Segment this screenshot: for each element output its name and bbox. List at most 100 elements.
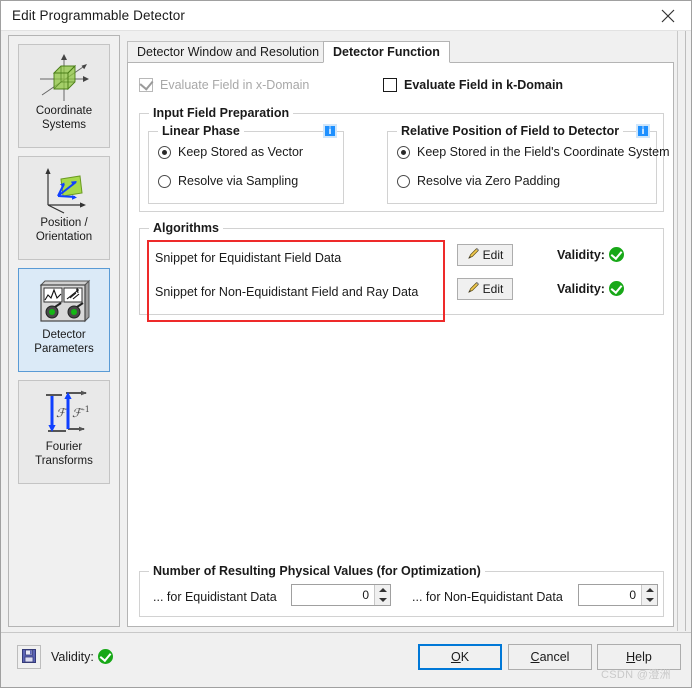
radio-mark[interactable] [158,174,171,188]
info-icon[interactable]: i [323,124,337,138]
help-button-mnemonic: H [626,650,636,664]
radio-mark[interactable] [158,145,171,159]
spinner-buttons[interactable] [374,585,390,605]
sidebar-item-label: Coordinate Systems [35,105,93,131]
cancel-button[interactable]: Cancel [508,644,592,670]
radio-label: Keep Stored as Vector [178,145,304,159]
svg-text:ℱ: ℱ [56,406,68,420]
position-orientation-icon [19,162,109,216]
radio-keep-stored-in-fields-coordinate-system[interactable]: Keep Stored in the Field's Coordinate Sy… [397,145,670,159]
check-circle-icon [608,281,624,296]
validity-non-equidistant: Validity: [557,281,624,296]
spinner-up-button[interactable] [642,585,657,595]
validity-equidistant: Validity: [557,247,624,262]
coordinate-systems-icon [19,50,109,104]
detector-parameters-icon [19,274,109,328]
group-algorithms: Algorithms Snippet for Equidistant Field… [139,221,664,322]
label-for-non-equidistant-data: ... for Non-Equidistant Data [412,590,563,604]
title-bar: Edit Programmable Detector [1,1,691,31]
close-button[interactable] [645,1,691,31]
spinner-down-button[interactable] [642,595,657,605]
pencil-icon [467,281,480,297]
checkbox-evaluate-field-x-domain: Evaluate Field in x-Domain [139,76,310,92]
save-button[interactable] [17,645,41,669]
spinner-non-equidistant-data[interactable]: 0 [578,584,658,606]
svg-text:-1: -1 [82,405,90,414]
algorithm-label-equidistant: Snippet for Equidistant Field Data [155,251,342,265]
group-number-of-resulting-physical-values: Number of Resulting Physical Values (for… [139,564,664,617]
save-floppy-icon [21,648,37,667]
checkbox-box [139,76,154,92]
group-input-field-preparation: Input Field Preparation Linear Phase i K… [139,106,670,212]
spinner-equidistant-data[interactable]: 0 [291,584,391,606]
group-title: Number of Resulting Physical Values (for… [149,564,485,578]
pencil-icon [467,247,480,263]
validity-label: Validity: [557,247,605,262]
radio-resolve-via-zero-padding[interactable]: Resolve via Zero Padding [397,174,560,188]
sidebar-item-label: Position / Orientation [35,217,93,243]
tab-strip: Detector Window and Resolution Detector … [127,41,674,63]
fourier-transforms-icon: ℱ ℱ -1 [19,386,109,440]
chevron-down-icon [645,598,654,602]
panel-seam [677,31,678,631]
group-title: Relative Position of Field to Detector [397,124,624,138]
tab-panel-detector-function: Evaluate Field in x-Domain Evaluate Fiel… [127,62,674,627]
dialog-footer: Validity: OK Cancel Help CSDN @澄洲 [1,632,691,687]
group-relative-position-of-field-to-detector: Relative Position of Field to Detector i… [387,124,670,204]
footer-validity: Validity: [51,649,113,664]
group-title: Algorithms [149,221,223,235]
tab-detector-window-and-resolution[interactable]: Detector Window and Resolution [127,41,330,63]
ok-button[interactable]: OK [418,644,502,670]
checkbox-evaluate-field-k-domain[interactable]: Evaluate Field in k-Domain [383,78,563,92]
checkbox-label: Evaluate Field in x-Domain [160,78,310,92]
chevron-up-icon [378,588,387,592]
sidebar: Coordinate Systems Position / Orientatio… [8,35,120,627]
spinner-buttons[interactable] [641,585,657,605]
edit-button-label: Edit [482,282,504,296]
cancel-button-mnemonic: C [530,650,540,664]
radio-label: Keep Stored in the Field's Coordinate Sy… [417,145,670,159]
sidebar-item-coordinate-systems[interactable]: Coordinate Systems [18,44,110,148]
radio-resolve-via-sampling[interactable]: Resolve via Sampling [158,174,298,188]
help-button-label: elp [635,650,652,664]
spinner-value[interactable]: 0 [292,585,374,605]
group-linear-phase: Linear Phase i Keep Stored as Vector Res… [148,124,344,204]
group-title: Input Field Preparation [149,106,294,120]
spinner-value[interactable]: 0 [579,585,641,605]
check-circle-icon [608,247,624,262]
window-edge-seam [685,31,686,631]
radio-label: Resolve via Sampling [178,174,299,188]
dialog-body: Coordinate Systems Position / Orientatio… [1,31,691,631]
sidebar-item-position-orientation[interactable]: Position / Orientation [18,156,110,260]
dialog-window: Edit Programmable Detector Coordinate Sy… [0,0,692,688]
sidebar-item-label: Detector Parameters [34,329,94,355]
edit-button-non-equidistant[interactable]: Edit [457,278,513,300]
sidebar-item-label: Fourier Transforms [35,441,93,467]
sidebar-item-detector-parameters[interactable]: Detector Parameters [18,268,110,372]
spinner-up-button[interactable] [375,585,390,595]
validity-label: Validity: [51,649,94,664]
main-panel: Detector Window and Resolution Detector … [127,35,674,627]
label-for-equidistant-data: ... for Equidistant Data [153,590,277,604]
radio-label: Resolve via Zero Padding [417,174,561,188]
tab-detector-function[interactable]: Detector Function [323,41,450,63]
checkbox-label: Evaluate Field in k-Domain [404,78,564,92]
sidebar-item-fourier-transforms[interactable]: ℱ ℱ -1 Fourier Transforms [18,380,110,484]
radio-keep-stored-as-vector[interactable]: Keep Stored as Vector [158,145,303,159]
radio-mark[interactable] [397,145,410,159]
window-title: Edit Programmable Detector [12,8,185,23]
spinner-down-button[interactable] [375,595,390,605]
ok-button-label: K [460,650,470,664]
radio-mark[interactable] [397,174,410,188]
checkbox-box[interactable] [383,78,397,92]
check-circle-icon [97,649,113,664]
chevron-down-icon [378,598,387,602]
info-icon[interactable]: i [636,124,650,138]
cancel-button-label: ancel [539,650,570,664]
algorithm-label-non-equidistant: Snippet for Non-Equidistant Field and Ra… [155,285,419,299]
watermark: CSDN @澄洲 [601,669,671,681]
edit-button-label: Edit [482,248,504,262]
edit-button-equidistant[interactable]: Edit [457,244,513,266]
close-icon [661,9,675,23]
ok-button-mnemonic: O [450,650,461,664]
